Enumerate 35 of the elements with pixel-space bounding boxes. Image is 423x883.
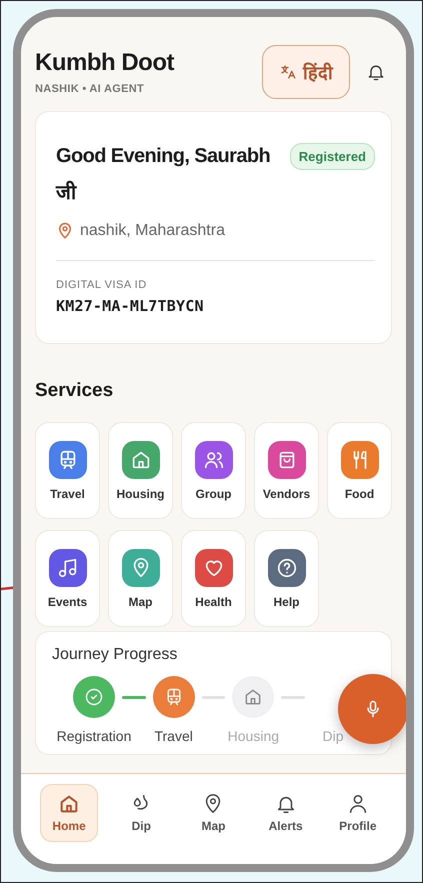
location-text: nashik, Maharashtra [80,222,225,240]
check-circle-icon [84,687,104,707]
nav-tab[interactable]: Alerts [256,784,315,842]
location-pin-icon [56,222,74,240]
language-button[interactable]: हिंदी [262,45,350,99]
nav-tab[interactable]: Dip [112,784,170,842]
service-tile[interactable]: Housing [108,422,173,519]
service-tile[interactable]: Travel [35,422,100,519]
section-title: Services [35,380,114,402]
music-note-icon [56,556,78,578]
service-tile[interactable]: Map [108,530,173,627]
translate-icon [279,63,297,81]
step-label: Dip [322,728,344,744]
step-label: Registration [56,728,132,744]
service-tile[interactable]: Help [254,530,319,627]
greeting: Good Evening, Saurabh जी [56,144,272,206]
app-subtitle: NASHIK • AI AGENT [35,83,145,95]
step-label: Travel [154,728,193,744]
app-title: Kumbh Doot [35,49,176,77]
service-tile[interactable]: Food [327,422,392,519]
nav-tab[interactable]: Home [40,784,98,842]
house-icon [243,687,264,707]
service-tile[interactable]: Events [35,530,100,627]
journey-title: Journey Progress [52,646,178,663]
help-icon [276,556,298,578]
service-tile[interactable]: Group [181,422,246,519]
step-label: Housing [228,728,280,744]
visa-id: KM27-MA-ML7TBYCN [56,297,205,315]
service-tile[interactable]: Vendors [254,422,319,519]
service-tile[interactable]: Health [181,530,246,627]
nav-tab[interactable]: Profile [328,784,387,842]
visa-label: DIGITAL VISA ID [56,279,148,291]
home-icon [58,793,80,815]
status-badge: Registered [290,143,375,170]
nav-tab[interactable]: Map [184,784,242,842]
